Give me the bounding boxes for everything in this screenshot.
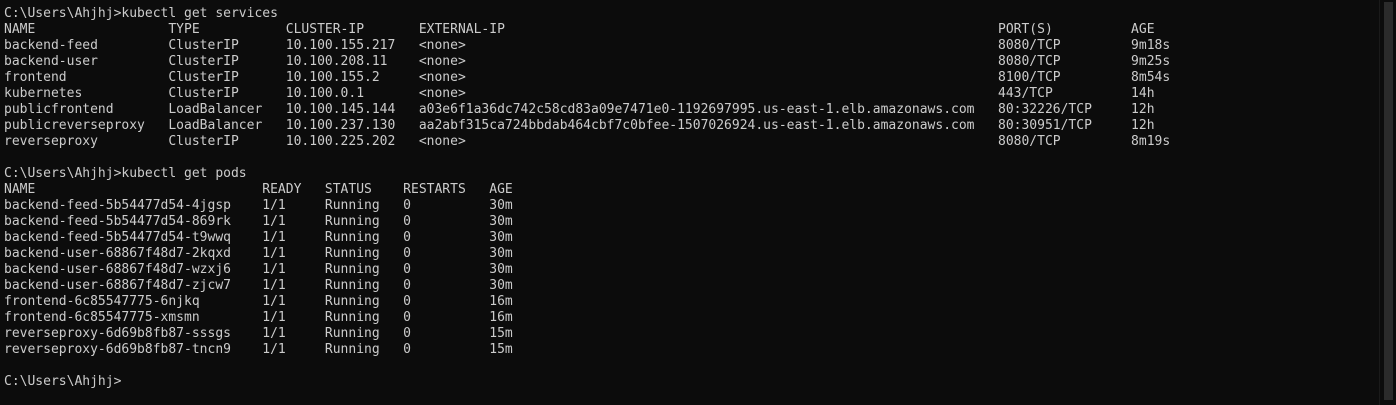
vertical-scrollbar[interactable] (1379, 0, 1396, 405)
output-line: frontend-6c85547775-6njkq 1/1 Running 0 … (4, 294, 513, 309)
terminal-window[interactable]: C:\Users\Ahjhj>kubectl get services NAME … (0, 0, 1396, 405)
scrollbar-thumb[interactable] (1384, 2, 1393, 400)
console-output[interactable]: C:\Users\Ahjhj>kubectl get services NAME … (4, 6, 1376, 390)
output-line: backend-feed-5b54477d54-869rk 1/1 Runnin… (4, 214, 513, 229)
output-line: frontend-6c85547775-xmsmn 1/1 Running 0 … (4, 310, 513, 325)
output-line: backend-user ClusterIP 10.100.208.11 <no… (4, 54, 1171, 69)
output-line: reverseproxy-6d69b8fb87-sssgs 1/1 Runnin… (4, 326, 513, 341)
output-line: publicreverseproxy LoadBalancer 10.100.2… (4, 118, 1155, 133)
output-line: backend-feed-5b54477d54-t9wwq 1/1 Runnin… (4, 230, 513, 245)
output-line: backend-user-68867f48d7-wzxj6 1/1 Runnin… (4, 262, 513, 277)
command-prompt-line[interactable]: C:\Users\Ahjhj> (4, 374, 1376, 390)
output-line: kubernetes ClusterIP 10.100.0.1 <none> 4… (4, 86, 1155, 101)
output-line: NAME TYPE CLUSTER-IP EXTERNAL-IP PORT(S)… (4, 22, 1155, 37)
output-line: publicfrontend LoadBalancer 10.100.145.1… (4, 102, 1155, 117)
command-line: C:\Users\Ahjhj>kubectl get pods (4, 166, 247, 181)
command-line: C:\Users\Ahjhj>kubectl get services (4, 6, 278, 21)
output-line: reverseproxy ClusterIP 10.100.225.202 <n… (4, 134, 1171, 149)
output-line: backend-user-68867f48d7-zjcw7 1/1 Runnin… (4, 278, 513, 293)
output-line: backend-user-68867f48d7-2kqxd 1/1 Runnin… (4, 246, 513, 261)
output-line: frontend ClusterIP 10.100.155.2 <none> 8… (4, 70, 1171, 85)
output-line: backend-feed ClusterIP 10.100.155.217 <n… (4, 38, 1171, 53)
output-line: reverseproxy-6d69b8fb87-tncn9 1/1 Runnin… (4, 342, 513, 357)
output-line: backend-feed-5b54477d54-4jgsp 1/1 Runnin… (4, 198, 513, 213)
output-line: NAME READY STATUS RESTARTS AGE (4, 182, 513, 197)
